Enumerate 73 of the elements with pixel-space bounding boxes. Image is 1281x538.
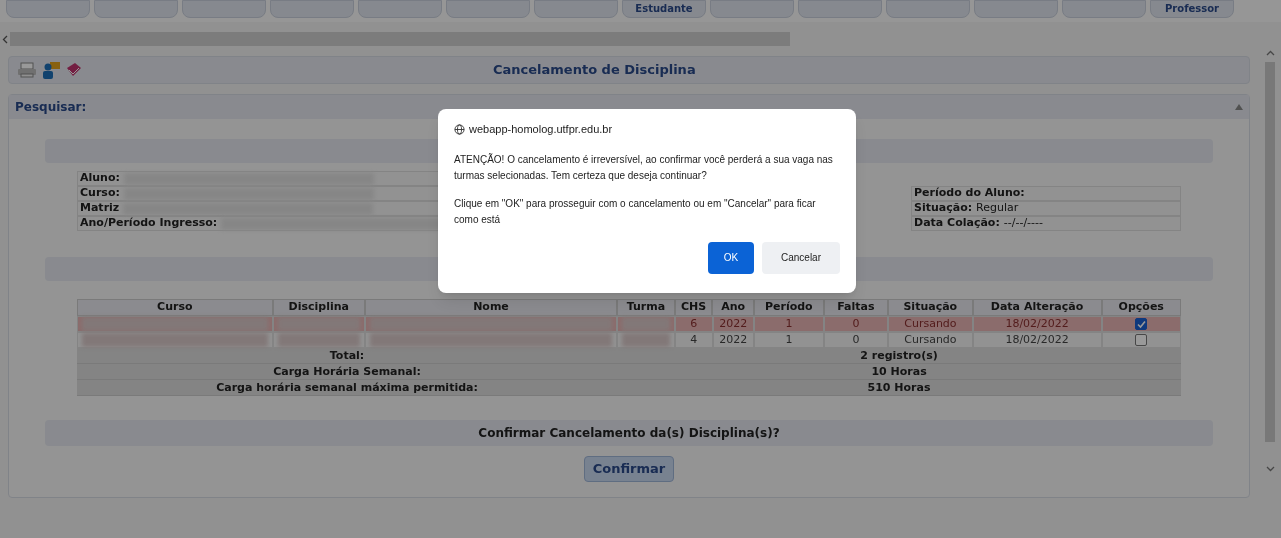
info-label: Situação: (914, 200, 973, 217)
check-icon (1136, 319, 1146, 329)
column-header: Opções (1101, 299, 1181, 316)
nav-tab[interactable] (710, 0, 794, 18)
scroll-left-icon[interactable] (2, 34, 8, 44)
summary-value: 2 registro(s) (859, 348, 939, 363)
table-cell: 1 (754, 332, 824, 348)
info-value: --/--/---- (1003, 215, 1043, 232)
table-cell: Cursando (888, 316, 973, 332)
table-cell: 18/02/2022 (972, 316, 1102, 332)
table-cell: Cursando (888, 332, 973, 348)
column-header: Período (754, 299, 824, 316)
row-checkbox[interactable] (1135, 334, 1148, 346)
printer-icon[interactable] (17, 62, 37, 78)
user-icon[interactable] (41, 61, 61, 79)
nav-tab[interactable]: Professor (1150, 0, 1234, 18)
confirm-prompt: Confirmar Cancelamento da(s) Disciplina(s)? (478, 425, 780, 442)
cancel-button[interactable]: Cancelar (762, 241, 840, 274)
column-header: Data Alteração (972, 299, 1102, 316)
nav-tab[interactable] (534, 0, 618, 18)
nav-tab[interactable] (446, 0, 530, 18)
nav-tab[interactable] (358, 0, 442, 18)
table-cell: 6 (674, 316, 713, 332)
nav-tab[interactable] (1062, 0, 1146, 18)
nav-tab[interactable]: Estudante (622, 0, 706, 18)
info-label: Data Colação: (914, 215, 1000, 232)
nav-tab[interactable] (94, 0, 178, 18)
nav-tab[interactable] (974, 0, 1058, 18)
column-header: Nome (364, 299, 618, 316)
column-header: CHS (674, 299, 713, 316)
column-header: Situação (888, 299, 973, 316)
table-cell: 18/02/2022 (972, 332, 1102, 348)
book-icon[interactable] (65, 62, 83, 78)
page-title: Cancelamento de Disciplina (493, 61, 696, 80)
table-cell: 2022 (712, 316, 755, 332)
column-header: Turma (617, 299, 675, 316)
table-cell: 4 (674, 332, 713, 348)
table-cell: 0 (823, 316, 889, 332)
summary-label: Carga Horária Semanal: (272, 364, 422, 379)
column-header: Disciplina (272, 299, 365, 316)
nav-tab[interactable] (798, 0, 882, 18)
collapse-icon[interactable] (1235, 104, 1243, 110)
scroll-down-icon[interactable] (1265, 466, 1275, 472)
nav-tab[interactable] (6, 0, 90, 18)
vertical-scrollbar[interactable] (1265, 62, 1275, 442)
confirm-button[interactable]: Confirmar (583, 456, 675, 482)
summary-value: 10 Horas (870, 364, 928, 379)
dialog-message: ATENÇÃO! O cancelamento é irreversível, ao confirmar você perderá a sua vaga nas turmas selecionadas. Tem certeza que deseja continuar? (454, 152, 834, 183)
globe-icon (454, 123, 465, 135)
dialog-origin: webapp-homolog.utfpr.edu.br (469, 122, 613, 137)
column-header: Faltas (823, 299, 889, 316)
nav-tab[interactable] (270, 0, 354, 18)
dialog-hint: Clique em "OK" para prosseguir com o cancelamento ou em "Cancelar" para ficar como está (454, 196, 817, 227)
nav-tab[interactable] (182, 0, 266, 18)
section-title: Pesquisar: (15, 99, 87, 116)
summary-label: Total: (328, 348, 366, 363)
info-label: Matriz (80, 200, 120, 217)
column-header: Curso (77, 299, 273, 316)
info-label: Período do Aluno: (914, 185, 1025, 202)
summary-value: 510 Horas (866, 380, 932, 395)
scroll-up-icon[interactable] (1265, 50, 1275, 56)
column-header: Ano (712, 299, 755, 316)
table-cell: 0 (823, 332, 889, 348)
info-label: Ano/Período Ingresso: (80, 215, 218, 232)
summary-label: Carga horária semanal máxima permitida: (215, 380, 479, 395)
table-cell: 1 (754, 316, 824, 332)
info-label: Aluno: (80, 170, 120, 187)
ok-button[interactable]: OK (708, 241, 754, 274)
info-label: Curso: (80, 185, 120, 202)
row-checkbox[interactable] (1135, 318, 1148, 330)
info-value: Regular (976, 200, 1019, 217)
nav-tab[interactable] (886, 0, 970, 18)
table-cell: 2022 (712, 332, 755, 348)
